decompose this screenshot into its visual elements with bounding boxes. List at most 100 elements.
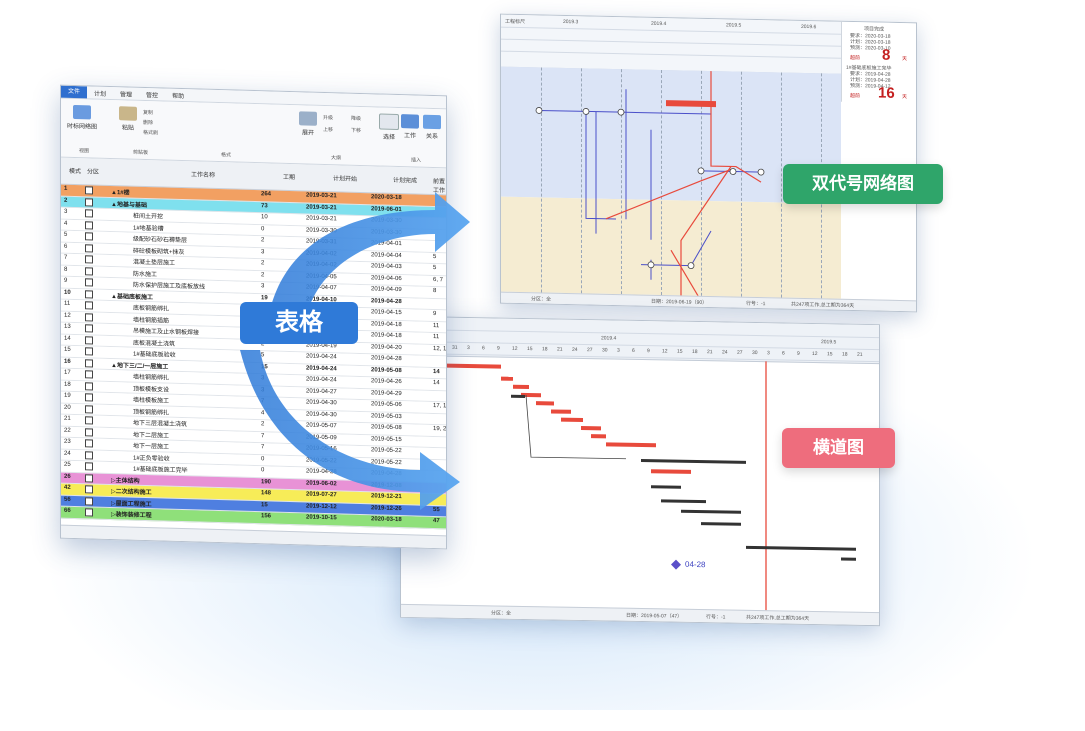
task-name: 底板混凝土浇筑 bbox=[133, 340, 176, 348]
row-number: 17 bbox=[64, 369, 71, 376]
relation-button[interactable]: 关系 bbox=[423, 114, 441, 141]
row-checkbox[interactable] bbox=[85, 416, 93, 425]
ahead-value: 16 bbox=[878, 84, 895, 102]
row-checkbox[interactable] bbox=[85, 496, 93, 506]
row-number: 19 bbox=[64, 392, 71, 399]
group-label: 视图 bbox=[79, 148, 90, 155]
row-number: 1 bbox=[64, 185, 68, 192]
network-icon bbox=[73, 104, 91, 120]
month-label: 2019.6 bbox=[801, 23, 817, 31]
row-checkbox[interactable] bbox=[85, 220, 93, 230]
select-button[interactable]: 选择 bbox=[379, 113, 399, 142]
task-name: ▲1#楼 bbox=[111, 190, 130, 197]
row-number: 7 bbox=[64, 254, 68, 261]
menu-plan[interactable]: 计划 bbox=[87, 88, 113, 98]
row-number: 14 bbox=[64, 335, 71, 342]
row-number: 10 bbox=[64, 289, 71, 296]
row-number: 20 bbox=[64, 404, 71, 411]
status-row: 行号：-1 bbox=[706, 614, 726, 621]
task-name: ▷装饰装修工程 bbox=[111, 512, 152, 520]
task-name: ▲地基与基础 bbox=[111, 201, 147, 209]
format-brush-button[interactable]: 格式刷 bbox=[143, 129, 158, 136]
downgrade-button[interactable]: 降级 bbox=[351, 115, 361, 122]
row-checkbox[interactable] bbox=[85, 473, 93, 483]
timescale-network-button[interactable]: 时标网络图 bbox=[67, 104, 97, 131]
move-down-button[interactable]: 下移 bbox=[351, 127, 361, 134]
row-number: 24 bbox=[64, 450, 71, 457]
menu-control[interactable]: 管控 bbox=[139, 89, 165, 99]
status-zone: 分区：全 bbox=[491, 610, 512, 617]
row-checkbox[interactable] bbox=[85, 508, 93, 517]
row-checkbox[interactable] bbox=[85, 312, 93, 322]
row-checkbox[interactable] bbox=[85, 335, 93, 345]
gantt-day-label: 12 bbox=[662, 348, 668, 355]
gantt-day-label: 3 bbox=[617, 347, 620, 354]
menu-file[interactable]: 文件 bbox=[61, 85, 88, 99]
row-checkbox[interactable] bbox=[85, 439, 93, 448]
task-name: 顶板模板支设 bbox=[133, 386, 170, 394]
table-label: 表格 bbox=[240, 302, 358, 344]
row-checkbox[interactable] bbox=[85, 278, 93, 287]
ahead-unit: 天 bbox=[902, 94, 908, 101]
task-name: 墙柱钢筋绑扎 bbox=[133, 374, 170, 382]
gantt-day-label: 15 bbox=[527, 346, 533, 353]
row-checkbox[interactable] bbox=[85, 197, 93, 207]
task-duration: 156 bbox=[261, 513, 272, 520]
row-number: 12 bbox=[64, 312, 71, 319]
task-name: 防水保护层施工及底板放线 bbox=[133, 282, 206, 291]
menu-help[interactable]: 帮助 bbox=[165, 90, 191, 100]
gantt-day-label: 27 bbox=[737, 349, 743, 356]
row-checkbox[interactable] bbox=[85, 381, 93, 391]
status-total: 共247项工作,总工期为364天 bbox=[791, 301, 855, 310]
relation-icon bbox=[423, 114, 441, 130]
work-button[interactable]: 工作 bbox=[401, 114, 419, 140]
row-checkbox[interactable] bbox=[85, 289, 93, 299]
row-checkbox[interactable] bbox=[85, 358, 93, 368]
row-checkbox[interactable] bbox=[85, 243, 93, 253]
expand-button[interactable]: 展开 bbox=[299, 111, 317, 137]
row-checkbox[interactable] bbox=[85, 301, 93, 310]
gantt-day-label: 3 bbox=[767, 350, 770, 357]
move-up-button[interactable]: 上移 bbox=[323, 126, 333, 133]
arrow-to-network bbox=[270, 192, 470, 310]
row-checkbox[interactable] bbox=[85, 232, 93, 241]
row-number: 3 bbox=[64, 208, 68, 215]
group-label: 剪贴板 bbox=[133, 149, 149, 157]
gantt-day-label: 21 bbox=[857, 351, 863, 358]
row-checkbox[interactable] bbox=[85, 393, 93, 402]
row-checkbox[interactable] bbox=[85, 427, 93, 437]
row-checkbox[interactable] bbox=[85, 462, 93, 471]
column-header: 模式 bbox=[69, 168, 82, 176]
row-checkbox[interactable] bbox=[85, 324, 93, 333]
row-number: 22 bbox=[64, 427, 71, 434]
delete-button[interactable]: 删除 bbox=[143, 119, 153, 126]
row-checkbox[interactable] bbox=[85, 404, 93, 414]
row-number: 5 bbox=[64, 231, 68, 238]
status-total: 共247项工作,总工期为364天 bbox=[746, 614, 810, 622]
paste-button[interactable]: 粘贴 bbox=[119, 106, 137, 132]
row-number: 23 bbox=[64, 438, 71, 445]
upgrade-button[interactable]: 升级 bbox=[323, 114, 333, 121]
row-checkbox[interactable] bbox=[85, 370, 93, 379]
row-checkbox[interactable] bbox=[85, 255, 93, 264]
row-checkbox[interactable] bbox=[85, 485, 93, 494]
row-checkbox[interactable] bbox=[85, 450, 93, 460]
gantt-day-label: 27 bbox=[587, 347, 593, 354]
row-checkbox[interactable] bbox=[85, 347, 93, 356]
row-checkbox[interactable] bbox=[85, 209, 93, 218]
task-name: 混凝土垫层施工 bbox=[133, 259, 176, 267]
menu-manage[interactable]: 管理 bbox=[113, 89, 139, 99]
gantt-day-label: 12 bbox=[812, 351, 818, 358]
network-diagram-window: 工程标尺 2019.3 2019.4 2019.5 2019.6 项目完成 要求… bbox=[500, 13, 917, 313]
gantt-day-label: 18 bbox=[842, 351, 848, 358]
ribbon: 时标网络图 视图 粘贴 复制 删除 格式刷 剪贴板 格式 展开 升级 降级 上移… bbox=[61, 98, 446, 169]
task-name: 1#基础底板施工完毕 bbox=[133, 466, 188, 475]
gantt-day-label: 9 bbox=[647, 348, 650, 355]
copy-button[interactable]: 复制 bbox=[143, 109, 153, 116]
gantt-day-label: 30 bbox=[602, 347, 608, 354]
row-checkbox[interactable] bbox=[85, 266, 93, 276]
task-start: 2019-10-15 bbox=[306, 514, 337, 522]
month-label: 2019.5 bbox=[726, 22, 742, 29]
status-date: 日期：2019-06-19（90） bbox=[651, 298, 708, 306]
row-checkbox[interactable] bbox=[85, 186, 93, 195]
